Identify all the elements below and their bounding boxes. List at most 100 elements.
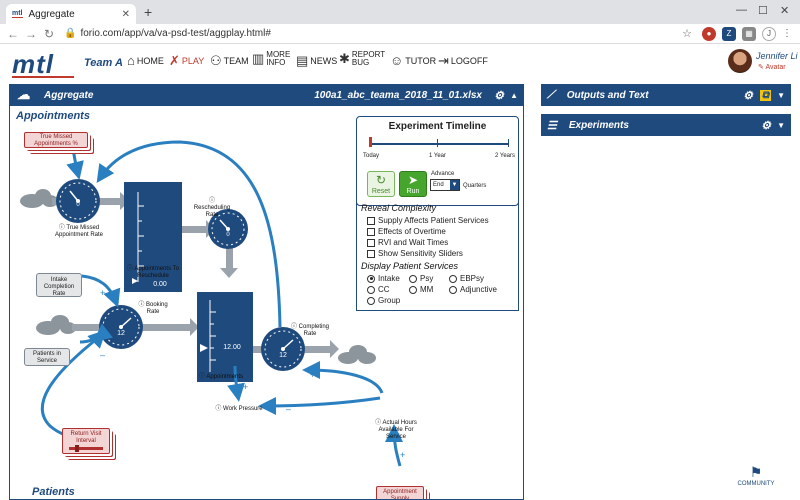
forward-icon[interactable]: → xyxy=(22,27,40,41)
extension-z-icon[interactable]: Z xyxy=(722,26,736,41)
experiments-title: Experiments xyxy=(568,119,629,131)
nav-news[interactable]: ▤ NEWS xyxy=(296,53,337,69)
outputs-panel-header[interactable]: ⟋ Outputs and Text ⚙ ⧉ ▼ xyxy=(541,84,791,106)
radio-mm[interactable]: MM xyxy=(409,285,433,294)
checkbox-overtime[interactable]: Effects of Overtime xyxy=(367,227,446,236)
label-rescheduling-rate: ⓘ Rescheduling Rate xyxy=(193,198,231,218)
stock-appointments xyxy=(197,292,253,382)
info-icon[interactable]: ⓘ xyxy=(375,420,381,426)
label-completing-rate: ⓘ Completing Rate xyxy=(290,324,330,337)
return-visit-card[interactable]: Return Visit Interval xyxy=(62,428,110,454)
tick-2-years: 2 Years xyxy=(495,153,516,159)
bookmark-star-icon[interactable]: ☆ xyxy=(682,27,692,40)
community-button[interactable]: ⚑ COMMUNITY xyxy=(736,464,776,487)
checkbox-rvi[interactable]: RVI and Wait Times xyxy=(367,238,448,247)
nav-tutor[interactable]: ☺ TUTOR xyxy=(390,53,436,68)
info-icon[interactable]: ⓘ xyxy=(291,324,297,330)
run-button[interactable]: ➤ Run xyxy=(399,171,427,197)
tab-title: Aggregate xyxy=(28,8,75,20)
radio-cc[interactable]: CC xyxy=(367,285,390,294)
home-icon: ⌂ xyxy=(127,53,135,68)
return-visit-slider[interactable] xyxy=(69,445,103,452)
reload-icon[interactable]: ↻ xyxy=(40,27,58,41)
radio-group[interactable]: Group xyxy=(367,296,400,305)
info-icon[interactable]: ⓘ xyxy=(209,198,215,204)
aggregate-panel-header[interactable]: ☁ Aggregate 100a1_abc_teama_2018_11_01.x… xyxy=(9,84,524,106)
info-icon[interactable]: ⓘ xyxy=(127,266,133,272)
gauge-rescheduling-value: 0 xyxy=(226,232,230,238)
lock-icon: 🔒 xyxy=(64,28,77,39)
source-cloud-mid xyxy=(36,315,76,335)
info-icon[interactable]: ⓘ xyxy=(138,302,144,308)
polarity-minus: – xyxy=(100,350,106,360)
experiments-panel-header[interactable]: ☰ Experiments ⚙ ▼ xyxy=(541,114,791,136)
community-icon: ⚑ xyxy=(749,464,763,480)
radio-adjunctive[interactable]: Adjunctive xyxy=(449,285,497,294)
nav-more-info[interactable]: ▥ MORE INFO xyxy=(252,51,290,67)
polarity-plus: + xyxy=(243,382,249,392)
patients-in-service-card[interactable]: Patients in Service xyxy=(24,348,70,366)
sink-cloud xyxy=(338,345,376,364)
browser-menu-icon[interactable]: ⋮ xyxy=(782,28,792,39)
aggregate-panel-body: Appointments Patients 0 0 12 12 0.00 12.… xyxy=(9,106,524,500)
stock-appointments-value: 12.00 xyxy=(223,344,241,351)
back-icon[interactable]: ← xyxy=(4,27,22,41)
minimize-icon[interactable]: — xyxy=(736,4,747,16)
close-window-icon[interactable]: ✕ xyxy=(780,4,789,17)
browser-tab[interactable]: mtl Aggregate ✕ xyxy=(6,4,136,24)
label-actual-hours: ⓘ Actual Hours Available For Service xyxy=(375,420,417,440)
chevron-down-icon[interactable]: ▼ xyxy=(777,91,785,100)
nav-report-bug[interactable]: ✱ REPORT BUG xyxy=(339,51,385,67)
polarity-minus: – xyxy=(286,404,292,414)
bug-icon: ✱ xyxy=(339,51,350,66)
info-icon[interactable]: ⓘ xyxy=(59,225,65,231)
tick-1-year: 1 Year xyxy=(429,153,447,159)
logo-underline xyxy=(12,76,74,78)
nav-logoff[interactable]: ⇥ LOGOFF xyxy=(438,53,488,69)
nav-team[interactable]: ⚇ TEAM xyxy=(210,53,249,69)
profile-avatar[interactable]: J xyxy=(762,26,776,41)
label-booking-rate: ⓘ Booking Rate xyxy=(138,302,168,315)
news-icon: ▤ xyxy=(296,53,309,68)
extension-grid-icon[interactable]: ▦ xyxy=(742,26,756,41)
tab-close-icon[interactable]: ✕ xyxy=(122,9,130,20)
extension-red-icon[interactable]: ● xyxy=(702,26,716,41)
info-icon[interactable]: ⓘ xyxy=(199,374,205,380)
label-reschedule-stock: ⓘ Appointments To Reschedule xyxy=(127,266,179,279)
advance-select[interactable]: End ▼ xyxy=(430,179,460,191)
logoff-icon: ⇥ xyxy=(438,53,449,68)
radio-ebpsy[interactable]: EBPsy xyxy=(449,274,484,283)
nav-home[interactable]: ⌂ HOME xyxy=(127,53,164,68)
options-box: Reveal Complexity Supply Affects Patient… xyxy=(356,201,519,311)
intake-completion-card[interactable]: Intake Completion Rate xyxy=(36,273,82,297)
user-settings-icon[interactable]: ⚙ xyxy=(494,89,504,102)
new-tab-icon[interactable]: + xyxy=(144,4,152,20)
radio-psy[interactable]: Psy xyxy=(409,274,433,283)
user-settings-icon[interactable]: ⚙ xyxy=(743,89,753,102)
slider-handle[interactable] xyxy=(75,445,79,452)
chevron-down-icon[interactable]: ▼ xyxy=(777,121,785,130)
true-missed-card[interactable]: True Missed Appointments % xyxy=(24,132,88,148)
radio-intake[interactable]: Intake xyxy=(367,274,400,283)
timeline-marker[interactable] xyxy=(369,137,372,147)
checkbox-sensitivity[interactable]: Show Sensitivity Sliders xyxy=(367,249,463,258)
info-icon[interactable]: ⓘ xyxy=(215,406,221,412)
user-avatar xyxy=(728,49,752,73)
run-icon: ➤ xyxy=(407,173,419,187)
collapse-icon[interactable]: ▲ xyxy=(510,91,518,100)
timeline-track[interactable] xyxy=(369,143,509,145)
cloud-icon: ☁ xyxy=(17,87,30,102)
maximize-icon[interactable]: ☐ xyxy=(758,4,768,17)
url-text: forio.com/app/va/va-psd-test/aggplay.htm… xyxy=(80,28,271,39)
tutor-icon: ☺ xyxy=(390,53,404,68)
appointment-supply-card[interactable]: Appointment Supply xyxy=(376,486,424,499)
reset-button[interactable]: ↻ Reset xyxy=(367,171,395,197)
user-settings-icon[interactable]: ⚙ xyxy=(761,119,771,132)
url-field[interactable]: 🔒 forio.com/app/va/va-psd-test/aggplay.ht… xyxy=(64,28,682,39)
chart-line-icon: ⟋ xyxy=(547,88,555,101)
nav-play[interactable]: ✗ PLAY xyxy=(169,53,204,69)
popout-icon[interactable]: ⧉ xyxy=(759,89,771,101)
checkbox-supply[interactable]: Supply Affects Patient Services xyxy=(367,216,489,225)
polarity-plus: + xyxy=(400,450,406,460)
gauge-true-missed-value: 0 xyxy=(76,202,80,208)
